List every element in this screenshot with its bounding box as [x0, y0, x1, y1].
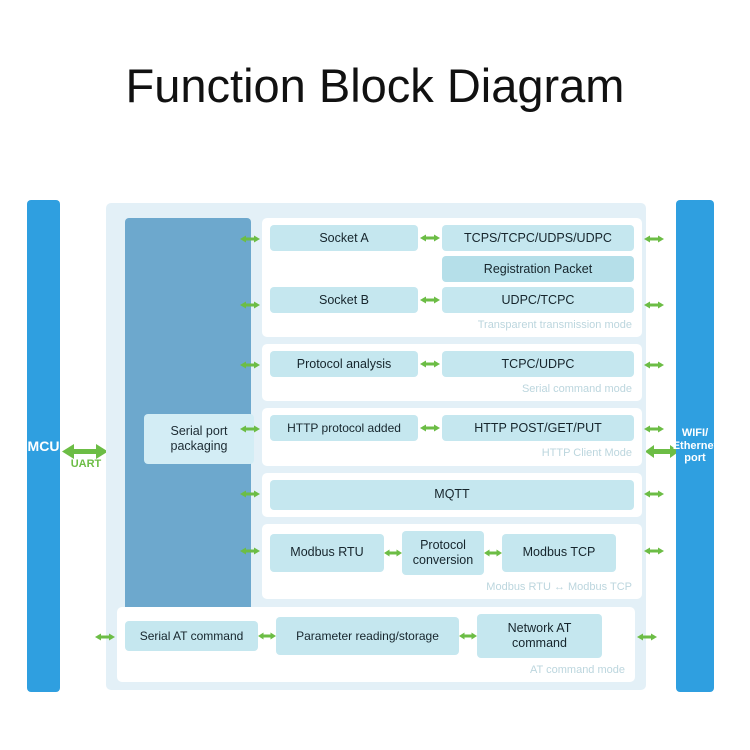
block-protocol-analysis: Protocol analysis [270, 351, 418, 378]
uart-label: UART [70, 458, 102, 470]
arrow-left-protocol-analysis-icon [240, 358, 260, 372]
block-http-protocol-added: HTTP protocol added [270, 415, 418, 442]
serial-port-packaging-line-1: Serial port [170, 424, 228, 438]
serial-port-packaging-line-2: packaging [170, 439, 228, 453]
arrow-right-http-icon [644, 422, 664, 436]
block-serial-at-command: Serial AT command [125, 620, 258, 651]
mode-label-modbus: Modbus RTU ↔ Modbus TCP [486, 580, 632, 593]
wifi-ethernet-port-label: WIFI/ Ethernet port [673, 427, 718, 465]
arrow-protocol-analysis-to-tcpc-icon [418, 358, 442, 370]
arrow-left-mqtt-icon [240, 487, 260, 501]
arrow-left-modbus-icon [240, 544, 260, 558]
page-title: Function Block Diagram [125, 59, 625, 112]
block-socket-b: Socket B [270, 287, 418, 313]
block-modbus-tcp: Modbus TCP [502, 533, 616, 572]
wifi-port-line-3: port [684, 452, 706, 465]
arrow-parameter-to-network-at-icon [459, 630, 477, 642]
block-socket-a: Socket A [270, 225, 418, 251]
arrow-right-mqtt-icon [644, 487, 664, 501]
mode-label-at-command: AT command mode [530, 663, 625, 676]
group-at-command: Serial AT command Parameter reading/stor… [95, 606, 657, 682]
arrow-left-socket-b-icon [240, 298, 260, 312]
wifi-ethernet-port-block: WIFI/ Ethernet port [673, 200, 717, 692]
block-protocol-conversion: Protocol conversion [402, 530, 484, 575]
row-at-command: Serial AT command Parameter reading/stor… [125, 613, 627, 658]
wifi-port-line-1: WIFI/ [681, 427, 709, 440]
arrow-conversion-to-modbus-tcp-icon [484, 547, 502, 559]
serial-port-packaging-box: Serial port packaging [144, 414, 254, 464]
block-tcpc-udpc: TCPC/UDPC [442, 351, 634, 378]
arrow-left-socket-a-icon [240, 232, 260, 246]
mcu-port-block: MCU [27, 200, 60, 692]
arrow-left-http-icon [240, 422, 260, 436]
row-modbus: Modbus RTU Protocol conversion Modbus TC… [240, 530, 664, 575]
group-modbus: Modbus RTU Protocol conversion Modbus TC… [240, 523, 664, 599]
block-http-post-get-put: HTTP POST/GET/PUT [442, 415, 634, 442]
arrow-socket-b-to-udpc-icon [418, 294, 442, 306]
row-registration-packet: Registration Packet [270, 256, 634, 282]
row-protocol-analysis: Protocol analysis TCPC/UDPC [240, 351, 664, 378]
mode-groups: Socket A TCPS/TCPC/UDPS/UDPC Registratio… [240, 218, 664, 606]
arrow-left-at-icon [95, 631, 115, 645]
block-registration-packet: Registration Packet [442, 256, 634, 282]
mcu-port-label: MCU [27, 437, 60, 454]
row-socket-b: Socket B UDPC/TCPC [240, 287, 664, 313]
arrow-right-socket-b-icon [644, 298, 664, 312]
row-http: HTTP protocol added HTTP POST/GET/PUT [240, 415, 664, 442]
group-http-client: HTTP protocol added HTTP POST/GET/PUT HT… [240, 408, 664, 466]
arrow-serial-at-to-parameter-icon [258, 630, 276, 642]
arrow-modbus-rtu-to-conversion-icon [384, 547, 402, 559]
block-mqtt: MQTT [270, 479, 634, 510]
arrow-right-modbus-icon [644, 544, 664, 558]
block-parameter-reading-storage: Parameter reading/storage [276, 616, 459, 655]
mode-label-transparent: Transparent transmission mode [477, 319, 632, 331]
arrow-right-row1-icon [644, 232, 664, 246]
diagram-upper-area: Serial port packaging Socket A TCPS/TCPC… [114, 211, 664, 619]
function-block-diagram: Serial port packaging Socket A TCPS/TCPC… [95, 203, 664, 690]
arrow-right-at-icon [637, 631, 657, 645]
arrow-http-added-to-post-icon [418, 422, 442, 434]
serial-port-column: Serial port packaging [125, 218, 254, 612]
arrow-socket-a-to-tcps-icon [418, 232, 442, 244]
group-mqtt: MQTT [240, 472, 664, 517]
block-tcps-tcpc-udps-udpc: TCPS/TCPC/UDPS/UDPC [442, 225, 634, 251]
block-udpc-tcpc: UDPC/TCPC [442, 287, 634, 313]
wifi-port-line-2: Ethernet [672, 439, 718, 452]
arrow-right-tcpc-udpc-icon [644, 358, 664, 372]
mode-label-http-client: HTTP Client Mode [541, 447, 632, 460]
block-modbus-rtu: Modbus RTU [270, 533, 384, 572]
group-transparent-transmission: Socket A TCPS/TCPC/UDPS/UDPC Registratio… [240, 218, 664, 338]
row-socket-a: Socket A TCPS/TCPC/UDPS/UDPC [240, 225, 664, 251]
mode-label-serial-command: Serial command mode [521, 383, 632, 396]
group-serial-command: Protocol analysis TCPC/UDPC Serial comma… [240, 344, 664, 402]
row-mqtt: MQTT [240, 479, 664, 510]
block-network-at-command: Network AT command [477, 613, 602, 658]
